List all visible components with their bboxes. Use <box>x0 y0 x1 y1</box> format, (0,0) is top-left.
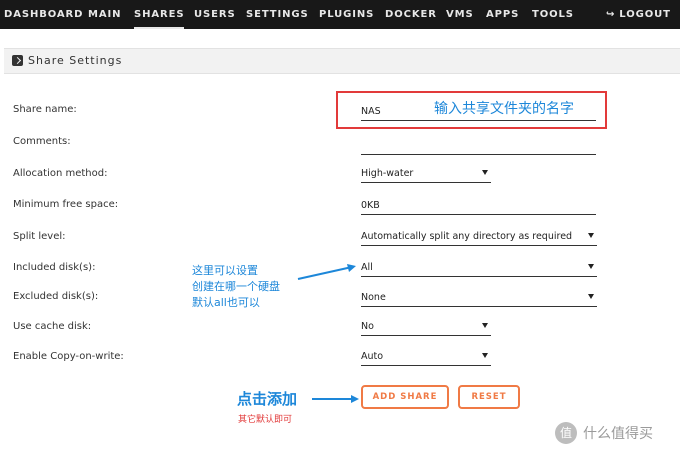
label-split-level: Split level: <box>13 231 66 242</box>
excluded-disks-value: None <box>361 292 386 303</box>
included-disks-select[interactable]: All <box>361 260 597 277</box>
logout-icon: ↪ <box>606 9 616 20</box>
nav-main[interactable]: MAIN <box>88 0 121 29</box>
nav-dashboard[interactable]: DASHBOARD <box>4 0 83 29</box>
top-navigation: DASHBOARD MAIN SHARES USERS SETTINGS PLU… <box>0 0 680 29</box>
label-enable-copy-on-write: Enable Copy-on-write: <box>13 351 124 362</box>
use-cache-disk-select[interactable]: No <box>361 319 491 336</box>
nav-tools[interactable]: TOOLS <box>532 0 574 29</box>
chevron-down-icon <box>588 264 594 269</box>
watermark-logo: 值 <box>555 422 577 444</box>
nav-docker[interactable]: DOCKER <box>385 0 437 29</box>
label-minimum-free-space: Minimum free space: <box>13 199 119 210</box>
chevron-down-icon <box>588 294 594 299</box>
annotation-disk-hint-1: 这里可以设置 <box>192 264 258 277</box>
annotation-disk-hint-2: 创建在哪一个硬盘 <box>192 280 280 293</box>
watermark: 值 什么值得买 <box>555 422 675 446</box>
label-use-cache-disk: Use cache disk: <box>13 321 92 332</box>
annotation-others-default: 其它默认即可 <box>238 415 293 425</box>
copy-on-write-select[interactable]: Auto <box>361 349 491 366</box>
excluded-disks-select[interactable]: None <box>361 290 597 307</box>
chevron-down-icon <box>588 233 594 238</box>
reset-button[interactable]: RESET <box>458 385 520 409</box>
label-comments: Comments: <box>13 136 71 147</box>
annotation-click-add: 点击添加 <box>237 390 298 408</box>
chevron-down-icon <box>482 323 488 328</box>
included-disks-value: All <box>361 262 373 273</box>
nav-settings[interactable]: SETTINGS <box>246 0 309 29</box>
watermark-text: 什么值得买 <box>583 426 653 442</box>
nav-vms[interactable]: VMS <box>446 0 474 29</box>
section-title: Share Settings <box>28 54 123 67</box>
arrow-icon <box>297 264 356 280</box>
chevron-down-icon <box>482 170 488 175</box>
comments-input[interactable] <box>361 138 596 155</box>
nav-plugins[interactable]: PLUGINS <box>319 0 374 29</box>
use-cache-disk-value: No <box>361 321 374 332</box>
logout-button[interactable]: ↪ LOGOUT <box>606 0 671 29</box>
section-header: Share Settings <box>4 48 680 74</box>
nav-shares[interactable]: SHARES <box>134 0 185 29</box>
annotation-disk-hint-3: 默认all也可以 <box>192 296 260 309</box>
annotation-name-hint: 输入共享文件夹的名字 <box>434 101 574 117</box>
minimum-free-space-value: 0KB <box>361 200 380 211</box>
logout-label: LOGOUT <box>619 9 671 20</box>
label-excluded-disks: Excluded disk(s): <box>13 291 99 302</box>
nav-apps[interactable]: APPS <box>486 0 519 29</box>
allocation-method-value: High-water <box>361 168 414 179</box>
split-level-value: Automatically split any directory as req… <box>361 231 573 242</box>
split-level-select[interactable]: Automatically split any directory as req… <box>361 229 597 246</box>
arrow-icon <box>312 395 359 403</box>
share-icon <box>12 55 23 66</box>
chevron-down-icon <box>482 353 488 358</box>
add-share-button[interactable]: ADD SHARE <box>361 385 449 409</box>
label-share-name: Share name: <box>13 104 77 115</box>
label-included-disks: Included disk(s): <box>13 262 96 273</box>
nav-users[interactable]: USERS <box>194 0 236 29</box>
label-allocation-method: Allocation method: <box>13 168 108 179</box>
minimum-free-space-input[interactable]: 0KB <box>361 198 596 215</box>
allocation-method-select[interactable]: High-water <box>361 166 491 183</box>
copy-on-write-value: Auto <box>361 351 384 362</box>
